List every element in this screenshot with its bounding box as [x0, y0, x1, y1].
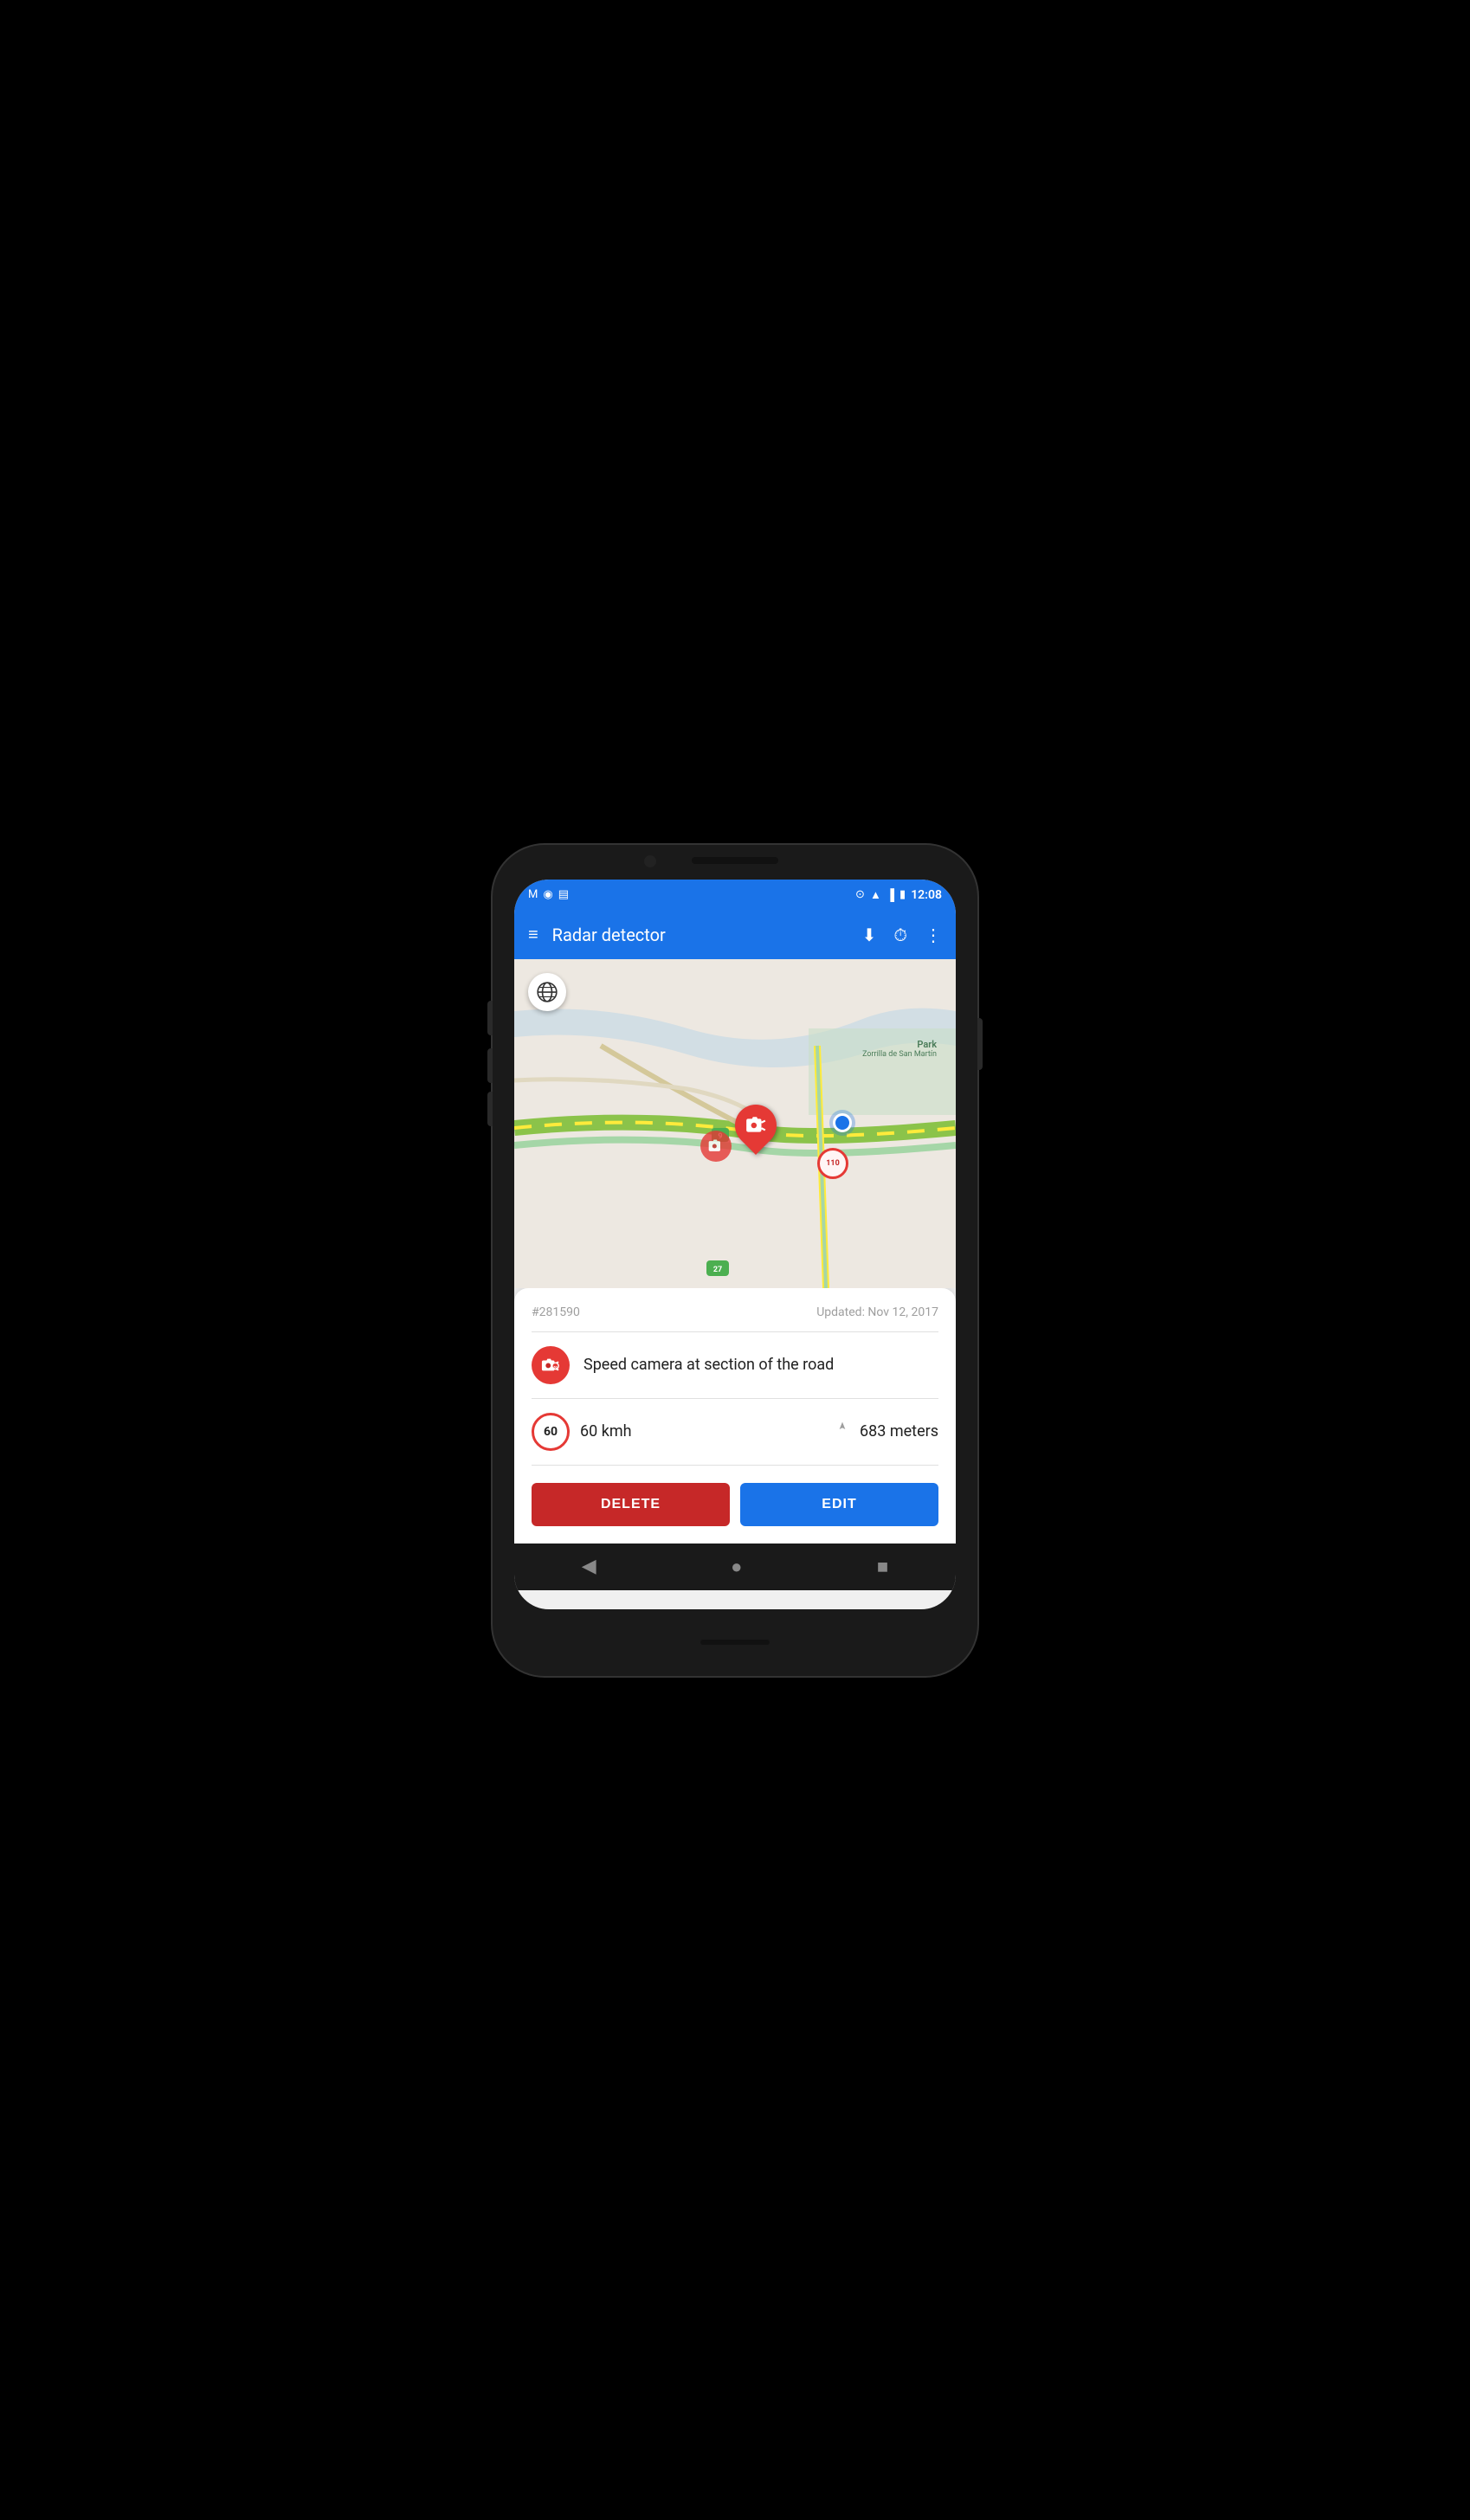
history-icon[interactable]: ⏱ — [893, 925, 907, 945]
delete-button[interactable]: DELETE — [532, 1483, 730, 1526]
battery-icon: ▮ — [899, 888, 906, 901]
camera-icon-small — [707, 1138, 725, 1155]
camera-info-row: 60 Speed camera at section of the road — [532, 1332, 938, 1399]
app-bar-actions: ⬇ ⏱ ⋮ — [862, 925, 942, 945]
svg-text:60: 60 — [553, 1365, 557, 1369]
camera-id: #281590 — [532, 1305, 580, 1319]
download-icon[interactable]: ⬇ — [862, 925, 877, 945]
more-options-icon[interactable]: ⋮ — [925, 925, 942, 945]
phone-bottom-area — [700, 1609, 770, 1676]
phone-screen: M ◉ ▤ ⊙ ▲ ▐ ▮ 12:08 ≡ Radar detector ⬇ ⏱… — [514, 880, 956, 1609]
status-icons-left: M ◉ ▤ — [528, 888, 569, 901]
action-buttons-row: DELETE EDIT — [532, 1466, 938, 1526]
app-title: Radar detector — [552, 925, 848, 945]
last-updated: Updated: Nov 12, 2017 — [816, 1305, 938, 1319]
speed-limit-text: 60 kmh — [580, 1422, 632, 1440]
phone-speaker — [692, 857, 778, 864]
info-details-row: 60 60 kmh 683 meters — [532, 1399, 938, 1466]
sync-icon: ◉ — [543, 888, 552, 901]
compass-icon — [834, 1421, 851, 1438]
app-bar: ≡ Radar detector ⬇ ⏱ ⋮ — [514, 911, 956, 959]
info-header: #281590 Updated: Nov 12, 2017 — [532, 1305, 938, 1332]
phone-speaker-bottom — [700, 1640, 770, 1645]
hamburger-menu-icon[interactable]: ≡ — [528, 924, 538, 945]
park-label: Park Zorrilla de San Martín — [862, 1039, 937, 1059]
speed-limit-value: 60 — [544, 1425, 558, 1439]
distance-section: 683 meters — [834, 1421, 938, 1442]
location-icon: ⊙ — [855, 888, 865, 901]
speed-limit-110-marker[interactable]: 110 — [817, 1148, 848, 1179]
camera-icon — [745, 1114, 767, 1137]
navigation-icon — [834, 1421, 851, 1442]
camera-type-icon: 60 — [532, 1346, 570, 1384]
recent-apps-button[interactable]: ■ — [860, 1549, 906, 1585]
wifi-icon: ▲ — [870, 888, 881, 902]
info-panel: #281590 Updated: Nov 12, 2017 60 Speed — [514, 1288, 956, 1544]
status-time: 12:08 — [911, 888, 942, 902]
user-location-dot — [833, 1113, 852, 1132]
gmail-icon: M — [528, 888, 538, 901]
signal-icon: ▐ — [887, 888, 894, 902]
status-icons-right: ⊙ ▲ ▐ ▮ 12:08 — [855, 888, 942, 902]
speed-camera-marker-2[interactable] — [700, 1131, 732, 1162]
speed-camera-icon: 60 — [541, 1356, 560, 1375]
clipboard-icon: ▤ — [558, 888, 569, 901]
status-bar: M ◉ ▤ ⊙ ▲ ▐ ▮ 12:08 — [514, 880, 956, 911]
speed-limit-sign: 60 — [532, 1413, 570, 1451]
map-view[interactable]: 27 9 — [514, 959, 956, 1288]
home-button[interactable]: ● — [713, 1549, 759, 1585]
navigation-bar: ◀ ● ■ — [514, 1544, 956, 1590]
svg-text:27: 27 — [713, 1266, 722, 1274]
phone-device: M ◉ ▤ ⊙ ▲ ▐ ▮ 12:08 ≡ Radar detector ⬇ ⏱… — [493, 845, 977, 1676]
back-button[interactable]: ◀ — [564, 1549, 614, 1584]
globe-map-type-button[interactable] — [528, 973, 566, 1011]
distance-value: 683 meters — [860, 1422, 938, 1440]
globe-icon — [536, 981, 558, 1003]
edit-button[interactable]: EDIT — [740, 1483, 938, 1526]
phone-camera — [644, 855, 656, 867]
speed-camera-marker[interactable] — [735, 1105, 777, 1146]
speed-limit-section: 60 60 kmh — [532, 1413, 632, 1451]
camera-description: Speed camera at section of the road — [583, 1356, 834, 1374]
